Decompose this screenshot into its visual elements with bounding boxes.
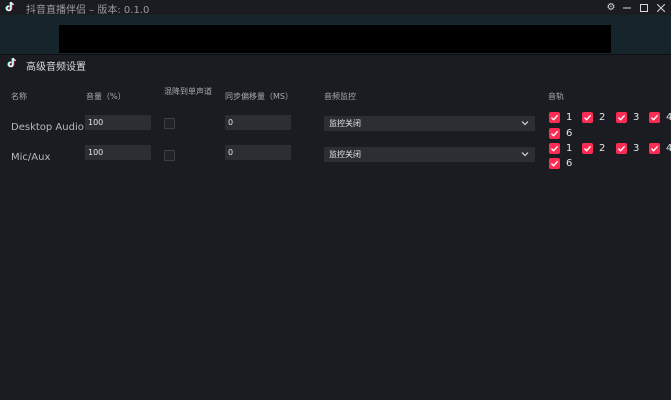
track-6-label: 6: [566, 128, 573, 139]
checkmark-icon: [551, 114, 559, 121]
track-4-label: 4: [666, 143, 671, 154]
sync-offset-input[interactable]: 0: [225, 145, 291, 160]
track-1-label: 1: [566, 112, 573, 123]
column-header-sync: 同步偏移量（MS）: [225, 92, 293, 101]
track-3-checkbox[interactable]: [616, 112, 627, 123]
track-6-label: 6: [566, 158, 573, 169]
minimize-icon: [623, 7, 631, 9]
track-2-checkbox[interactable]: [582, 112, 593, 123]
column-header-monitor: 音频监控: [324, 92, 356, 101]
checkmark-icon: [551, 130, 559, 137]
track-3-label: 3: [633, 143, 640, 154]
sync-offset-input[interactable]: 0: [225, 115, 291, 130]
checkmark-icon: [584, 145, 592, 152]
track-2-checkbox[interactable]: [582, 143, 593, 154]
checkmark-icon: [584, 114, 592, 121]
preview-area: [59, 25, 611, 53]
close-button[interactable]: [651, 0, 671, 15]
track-3-label: 3: [633, 112, 640, 123]
chevron-down-icon: [521, 121, 529, 126]
source-name: Desktop Audio: [11, 122, 84, 133]
gear-icon: ⚙: [606, 2, 616, 13]
monitor-select[interactable]: 监控关闭: [324, 116, 535, 131]
track-1-label: 1: [566, 143, 573, 154]
close-icon: [656, 3, 666, 13]
checkmark-icon: [651, 145, 659, 152]
mono-checkbox[interactable]: [164, 150, 175, 161]
track-6-checkbox[interactable]: [549, 128, 560, 139]
monitor-select[interactable]: 监控关闭: [324, 147, 535, 162]
source-name: Mic/Aux: [11, 152, 51, 163]
checkmark-icon: [551, 145, 559, 152]
track-2-label: 2: [599, 112, 606, 123]
douyin-logo-icon: [5, 1, 14, 12]
douyin-logo-icon: [7, 57, 16, 68]
track-1-checkbox[interactable]: [549, 112, 560, 123]
column-header-tracks: 音轨: [548, 92, 564, 101]
volume-input[interactable]: 100: [85, 145, 151, 160]
maximize-icon: [640, 4, 648, 12]
track-1-checkbox[interactable]: [549, 143, 560, 154]
column-header-name: 名称: [11, 92, 27, 101]
checkmark-icon: [551, 160, 559, 167]
track-2-label: 2: [599, 143, 606, 154]
column-header-mono: 混降到单声道: [164, 87, 212, 96]
track-3-checkbox[interactable]: [616, 143, 627, 154]
track-4-checkbox[interactable]: [649, 143, 660, 154]
chevron-down-icon: [521, 152, 529, 157]
checkmark-icon: [651, 114, 659, 121]
column-header-volume: 音量（%）: [86, 92, 126, 101]
divider: [0, 54, 671, 55]
track-4-label: 4: [666, 112, 671, 123]
volume-input[interactable]: 100: [85, 115, 151, 130]
mono-checkbox[interactable]: [164, 118, 175, 129]
section-title: 高级音频设置: [26, 62, 86, 73]
checkmark-icon: [618, 145, 626, 152]
title-bar: 抖音直播伴侣 – 版本: 0.1.0 ⚙: [0, 0, 671, 16]
track-6-checkbox[interactable]: [549, 158, 560, 169]
track-4-checkbox[interactable]: [649, 112, 660, 123]
window-title: 抖音直播伴侣 – 版本: 0.1.0: [26, 5, 150, 16]
checkmark-icon: [618, 114, 626, 121]
